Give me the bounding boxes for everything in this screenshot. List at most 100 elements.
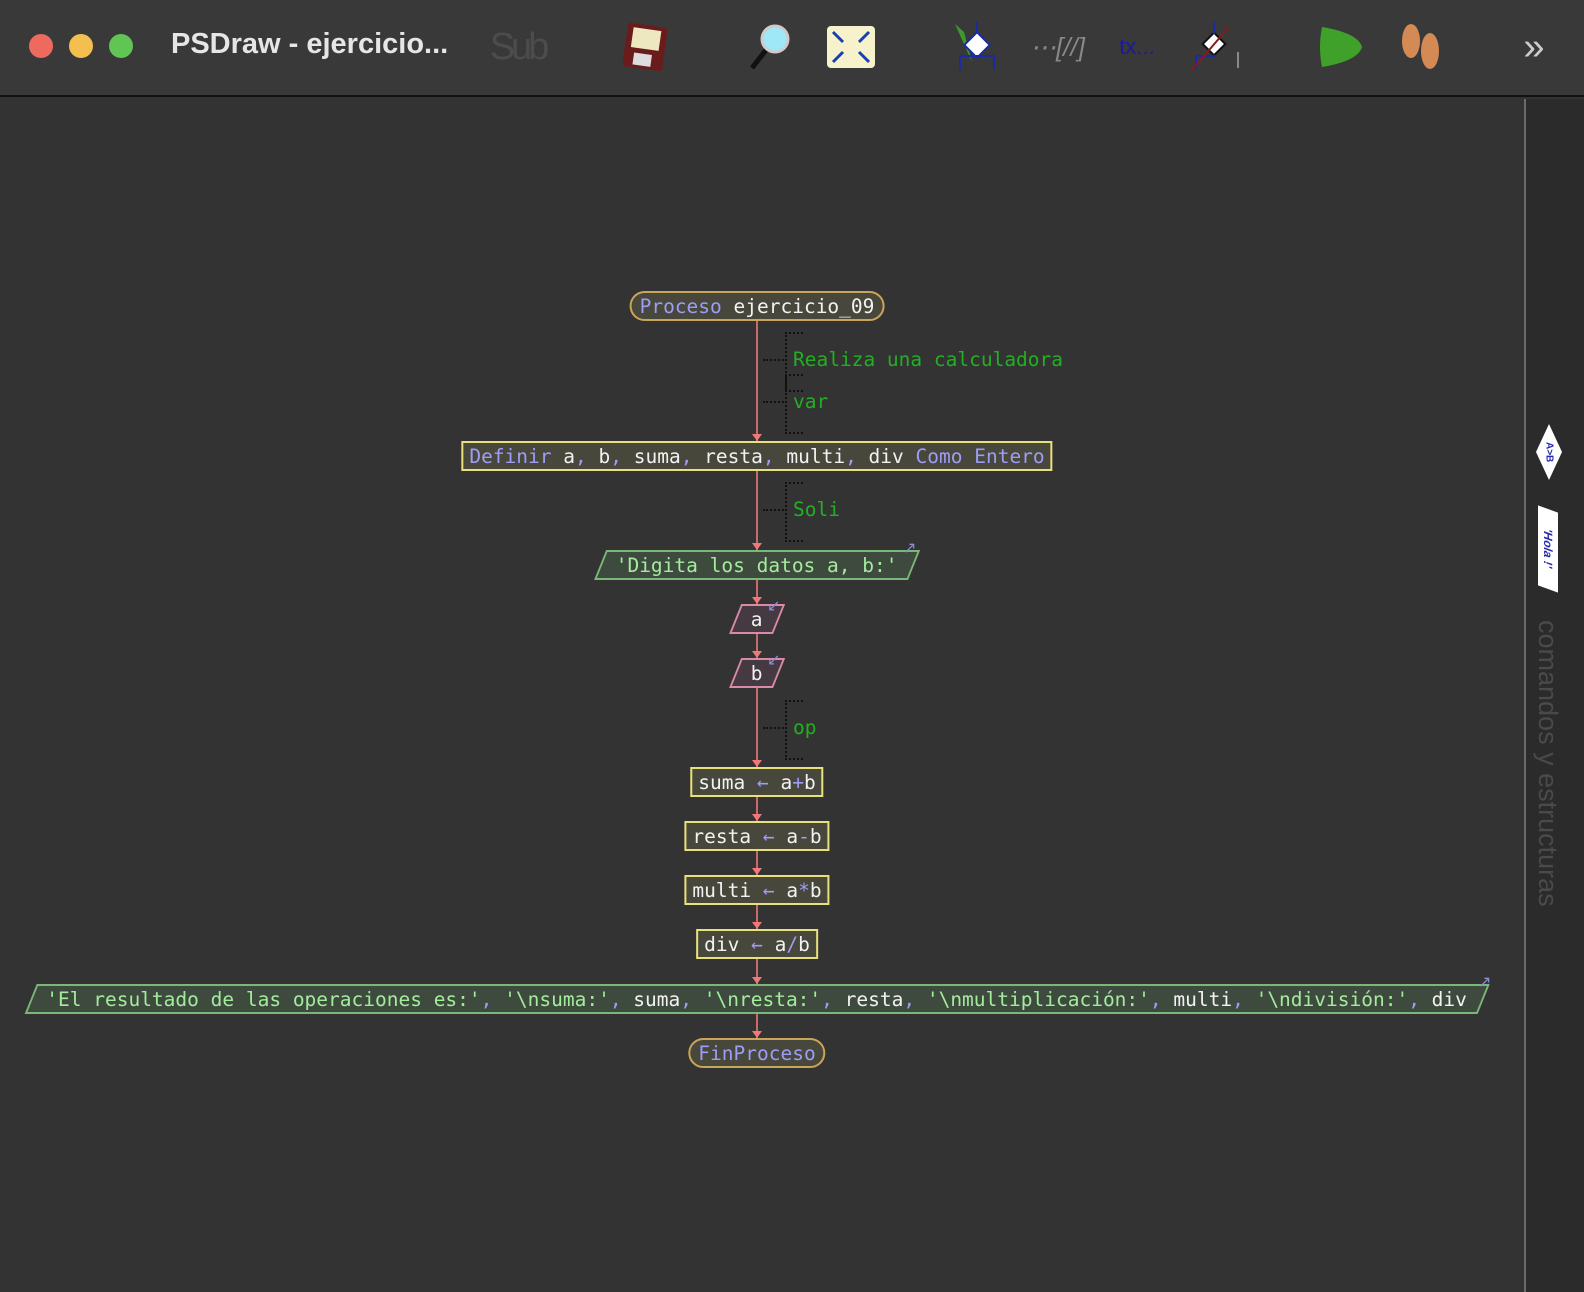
process-end-node[interactable]: FinProceso bbox=[688, 1038, 826, 1068]
keyword-token: FinProceso bbox=[698, 1042, 816, 1065]
operator-token: ← bbox=[756, 771, 781, 794]
side-panel-label: comandos y estructuras bbox=[1533, 620, 1563, 907]
keyword-token: Definir bbox=[469, 445, 564, 468]
decision-icon bbox=[955, 22, 995, 70]
node-text: a bbox=[751, 606, 763, 634]
operator-token: + bbox=[792, 771, 804, 794]
keyword-token: Proceso bbox=[639, 295, 734, 318]
close-window-button[interactable] bbox=[29, 34, 53, 58]
identifier-token: div bbox=[868, 445, 916, 468]
output-arrow-icon: ↗ bbox=[1478, 972, 1492, 991]
debug-structure-button[interactable] bbox=[1188, 22, 1246, 72]
output-prompt-node[interactable]: 'Digita los datos a, b:' bbox=[594, 550, 920, 580]
operator-token: / bbox=[786, 933, 799, 956]
maximize-window-button[interactable] bbox=[109, 34, 133, 58]
operator-token: , bbox=[680, 988, 704, 1011]
identifier-token: resta bbox=[704, 445, 763, 468]
assign-multi-node[interactable]: multi ← a*b bbox=[684, 875, 830, 905]
structure-cross-icon bbox=[1191, 22, 1239, 71]
identifier-token: a bbox=[786, 879, 799, 902]
identifier-token: multi bbox=[786, 445, 846, 468]
operator-token: , bbox=[1232, 988, 1256, 1011]
identifier-token: ejercicio_09 bbox=[733, 295, 875, 318]
comment-toggle-button[interactable]: ⋯[//] bbox=[1030, 22, 1085, 72]
assign-resta-node[interactable]: resta ← a-b bbox=[684, 821, 830, 851]
identifier-token: suma bbox=[633, 988, 681, 1011]
search-button[interactable] bbox=[746, 22, 796, 72]
identifier-token: b bbox=[798, 933, 810, 956]
text-mode-button[interactable]: tx... bbox=[1113, 22, 1161, 72]
identifier-token: suma bbox=[633, 445, 681, 468]
floppy-disk-icon bbox=[622, 22, 668, 72]
identifier-token: suma bbox=[698, 771, 757, 794]
identifier-token: b bbox=[803, 771, 816, 794]
comment-icon: ⋯[//] bbox=[1030, 31, 1085, 62]
identifier-token: b bbox=[598, 445, 611, 468]
identifier-token: multi bbox=[1173, 988, 1233, 1011]
operator-token: , bbox=[762, 445, 787, 468]
identifier-token: a bbox=[563, 445, 576, 468]
identifier-token: resta bbox=[844, 988, 904, 1011]
title-bar: PSDraw - ejercicio... Sub ⋯[//] tx... » bbox=[0, 0, 1584, 97]
footprints-icon bbox=[1402, 24, 1439, 69]
window-title: PSDraw - ejercicio... bbox=[171, 28, 449, 60]
identifier-token: a bbox=[780, 771, 793, 794]
comment-node[interactable]: Soli bbox=[763, 482, 840, 542]
switch-structure-button[interactable] bbox=[950, 22, 1005, 72]
operator-token: , bbox=[903, 988, 927, 1011]
fit-screen-icon bbox=[827, 26, 875, 68]
zoom-fit-button[interactable] bbox=[824, 22, 878, 72]
operator-token: , bbox=[821, 988, 845, 1011]
identifier-token: b bbox=[750, 662, 763, 685]
identifier-token: a bbox=[786, 825, 799, 848]
decision-shape-button[interactable]: A>B bbox=[1536, 424, 1562, 480]
minimize-window-button[interactable] bbox=[69, 34, 93, 58]
identifier-token: a bbox=[750, 608, 763, 631]
operator-token: ← bbox=[762, 879, 787, 902]
input-arrow-icon: ↙ bbox=[767, 650, 781, 669]
comment-node[interactable]: Realiza una calculadora bbox=[762, 332, 1063, 392]
identifier-token: div bbox=[704, 933, 752, 956]
output-arrow-icon: ↗ bbox=[903, 538, 917, 557]
step-by-step-button[interactable] bbox=[1396, 22, 1448, 72]
node-text: 'El resultado de las operaciones es:', '… bbox=[46, 986, 1467, 1014]
identifier-token: b bbox=[809, 879, 822, 902]
toolbar-overflow-button[interactable]: » bbox=[1518, 22, 1550, 72]
flow-arrow bbox=[752, 1031, 762, 1038]
flow-arrow bbox=[752, 434, 762, 441]
string-token: '\nresta:' bbox=[703, 988, 822, 1011]
identifier-token: b bbox=[809, 825, 822, 848]
subprocess-button[interactable]: Sub bbox=[490, 22, 550, 72]
assign-div-node[interactable]: div ← a/b bbox=[696, 929, 818, 959]
operator-token: , bbox=[610, 445, 634, 468]
output-result-node[interactable]: 'El resultado de las operaciones es:', '… bbox=[24, 984, 1490, 1014]
run-button[interactable] bbox=[1318, 22, 1364, 72]
flow-arrow bbox=[752, 977, 762, 984]
flow-arrow bbox=[752, 651, 762, 658]
flow-arrow bbox=[752, 597, 762, 604]
node-text: 'Digita los datos a, b:' bbox=[616, 552, 898, 580]
play-icon bbox=[1320, 27, 1362, 67]
output-shape-button[interactable]: 'Hola !' bbox=[1538, 505, 1558, 593]
flow-arrow bbox=[752, 922, 762, 929]
save-button[interactable] bbox=[620, 22, 670, 72]
operator-token: , bbox=[845, 445, 869, 468]
string-token: '\ndivisión:' bbox=[1255, 988, 1409, 1011]
comment-node[interactable]: var bbox=[762, 374, 828, 434]
flowchart-canvas[interactable] bbox=[0, 99, 1524, 1292]
string-token: 'El resultado de las operaciones es:' bbox=[46, 988, 481, 1011]
operator-token: * bbox=[798, 879, 810, 902]
identifier-token: a bbox=[774, 933, 787, 956]
operator-token: , bbox=[1408, 988, 1432, 1011]
operator-token: ← bbox=[762, 825, 787, 848]
operator-token: - bbox=[798, 825, 810, 848]
string-token: 'Digita los datos a, b:' bbox=[615, 554, 898, 577]
identifier-token: multi bbox=[692, 879, 763, 902]
operator-token: ← bbox=[751, 933, 775, 956]
define-node[interactable]: Definir a, b, suma, resta, multi, div Co… bbox=[461, 441, 1053, 471]
comment-node[interactable]: op bbox=[762, 700, 816, 760]
process-start-node[interactable]: Proceso ejercicio_09 bbox=[629, 291, 885, 321]
string-token: '\nsuma:' bbox=[504, 988, 610, 1011]
identifier-token: div bbox=[1431, 988, 1467, 1011]
assign-suma-node[interactable]: suma ← a+b bbox=[690, 767, 824, 797]
